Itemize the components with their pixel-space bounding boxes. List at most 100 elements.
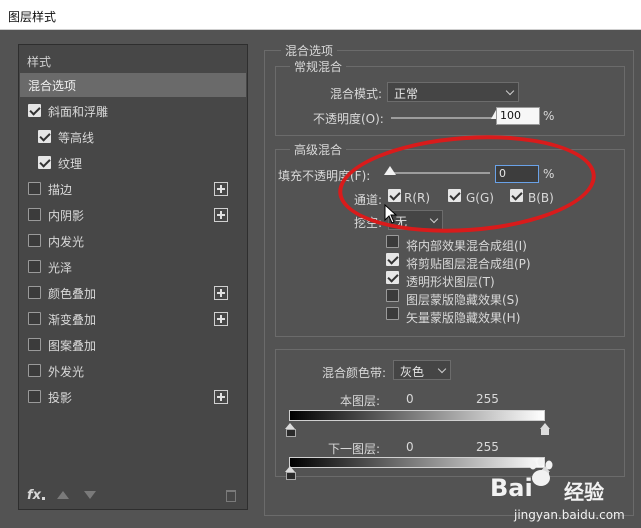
this-layer-gradient-bar bbox=[289, 410, 545, 421]
trash-icon[interactable] bbox=[226, 490, 236, 502]
vector-mask-hides-effects-label: 矢量蒙版隐藏效果(H) bbox=[406, 311, 521, 325]
move-up-icon[interactable] bbox=[57, 491, 69, 499]
styles-header[interactable]: 样式 bbox=[27, 53, 51, 70]
fill-opacity-slider-knob[interactable] bbox=[384, 166, 396, 175]
drop-shadow-checkbox[interactable] bbox=[28, 390, 41, 403]
blend-if-label: 混合颜色带: bbox=[322, 366, 387, 380]
outer-glow-checkbox[interactable] bbox=[28, 364, 41, 377]
this-layer-black-stop[interactable] bbox=[285, 423, 296, 437]
underlying-layer-max: 255 bbox=[476, 440, 499, 454]
style-item-blend-options[interactable]: 混合选项 bbox=[20, 73, 246, 97]
style-item-outer-glow[interactable]: 外发光 bbox=[20, 359, 246, 383]
layer-mask-hides-effects-checkbox[interactable] bbox=[386, 289, 399, 302]
styles-footer: fx bbox=[20, 485, 246, 509]
style-item-satin[interactable]: 光泽 bbox=[20, 255, 246, 279]
satin-checkbox[interactable] bbox=[28, 260, 41, 273]
gradient-overlay-checkbox[interactable] bbox=[28, 312, 41, 325]
style-item-color-overlay[interactable]: 颜色叠加 bbox=[20, 281, 246, 305]
styles-list: 样式 混合选项 斜面和浮雕 等高线 纹理 描边 内阴影 内发光 光泽 颜色叠加 … bbox=[18, 44, 248, 510]
chevron-down-icon bbox=[505, 86, 515, 96]
chevron-down-icon bbox=[437, 364, 447, 374]
style-item-contour[interactable]: 等高线 bbox=[20, 125, 246, 149]
fx-menu-dot-icon bbox=[42, 497, 45, 500]
channel-r-label: R(R) bbox=[404, 191, 431, 205]
fill-opacity-label: 填充不透明度(F): bbox=[278, 169, 371, 183]
style-item-inner-shadow[interactable]: 内阴影 bbox=[20, 203, 246, 227]
transparency-shapes-layer-checkbox[interactable] bbox=[386, 271, 399, 284]
inner-glow-checkbox[interactable] bbox=[28, 234, 41, 247]
blend-clipped-layers-checkbox[interactable] bbox=[386, 253, 399, 266]
window-title: 图层样式 bbox=[8, 10, 57, 24]
this-layer-white-stop[interactable] bbox=[540, 423, 550, 435]
underlying-layer-black-stop[interactable] bbox=[285, 466, 296, 480]
channel-r-checkbox[interactable] bbox=[388, 189, 401, 202]
add-color-overlay-plus-icon[interactable] bbox=[214, 286, 228, 300]
baidu-jingyan-watermark: Bai 经验 jingyan.baidu.com bbox=[480, 456, 640, 526]
channel-g-checkbox[interactable] bbox=[448, 189, 461, 202]
move-down-icon[interactable] bbox=[84, 491, 96, 499]
fill-opacity-input[interactable]: 0 bbox=[495, 165, 539, 183]
blend-interior-effects-label: 将内部效果混合成组(I) bbox=[406, 239, 527, 253]
chevron-down-icon bbox=[429, 214, 439, 224]
opacity-slider-track[interactable] bbox=[391, 117, 496, 119]
style-item-label: 斜面和浮雕 bbox=[48, 105, 109, 119]
channel-b-label: B(B) bbox=[528, 191, 554, 205]
blend-interior-effects-checkbox[interactable] bbox=[386, 235, 399, 248]
mouse-cursor-icon bbox=[384, 204, 398, 224]
style-item-label: 内阴影 bbox=[48, 209, 85, 223]
style-item-label: 投影 bbox=[48, 391, 73, 405]
opacity-percent: % bbox=[543, 109, 555, 123]
texture-checkbox[interactable] bbox=[38, 156, 51, 169]
add-stroke-plus-icon[interactable] bbox=[214, 182, 228, 196]
layer-style-dialog: 样式 混合选项 斜面和浮雕 等高线 纹理 描边 内阴影 内发光 光泽 颜色叠加 … bbox=[0, 30, 641, 528]
style-item-texture[interactable]: 纹理 bbox=[20, 151, 246, 175]
blend-mode-label: 混合模式: bbox=[330, 87, 383, 101]
bevel-emboss-checkbox[interactable] bbox=[28, 104, 41, 117]
this-layer-label: 本图层: bbox=[340, 394, 381, 408]
channels-label: 通道: bbox=[354, 193, 383, 207]
style-item-gradient-overlay[interactable]: 渐变叠加 bbox=[20, 307, 246, 331]
watermark-brand: Bai bbox=[490, 474, 533, 502]
watermark-url: jingyan.baidu.com bbox=[514, 508, 625, 522]
style-item-drop-shadow[interactable]: 投影 bbox=[20, 385, 246, 409]
pattern-overlay-checkbox[interactable] bbox=[28, 338, 41, 351]
contour-checkbox[interactable] bbox=[38, 130, 51, 143]
style-item-label: 纹理 bbox=[58, 157, 83, 171]
title-bar: 图层样式 bbox=[0, 0, 641, 30]
blend-mode-value: 正常 bbox=[394, 87, 419, 101]
advanced-blending-group: 高级混合 填充不透明度(F): 0 % 通道: R(R) G(G) B(B) 挖… bbox=[275, 141, 625, 337]
underlying-layer-label: 下一图层: bbox=[328, 442, 381, 456]
blend-options-title: 混合选项 bbox=[281, 42, 338, 59]
add-drop-shadow-plus-icon[interactable] bbox=[214, 390, 228, 404]
inner-shadow-checkbox[interactable] bbox=[28, 208, 41, 221]
fill-opacity-slider-track[interactable] bbox=[390, 172, 490, 174]
style-item-label: 图案叠加 bbox=[48, 339, 97, 353]
color-overlay-checkbox[interactable] bbox=[28, 286, 41, 299]
add-inner-shadow-plus-icon[interactable] bbox=[214, 208, 228, 222]
style-item-label: 等高线 bbox=[58, 131, 95, 145]
fill-opacity-percent: % bbox=[543, 167, 555, 181]
stroke-checkbox[interactable] bbox=[28, 182, 41, 195]
style-item-pattern-overlay[interactable]: 图案叠加 bbox=[20, 333, 246, 357]
style-item-label: 内发光 bbox=[48, 235, 85, 249]
add-gradient-overlay-plus-icon[interactable] bbox=[214, 312, 228, 326]
blend-if-dropdown[interactable]: 灰色 bbox=[393, 360, 451, 380]
style-item-inner-glow[interactable]: 内发光 bbox=[20, 229, 246, 253]
channel-b-checkbox[interactable] bbox=[510, 189, 523, 202]
style-item-label: 描边 bbox=[48, 183, 73, 197]
style-item-stroke[interactable]: 描边 bbox=[20, 177, 246, 201]
fx-icon[interactable]: fx bbox=[27, 488, 41, 503]
style-item-label: 渐变叠加 bbox=[48, 313, 97, 327]
style-item-label: 光泽 bbox=[48, 261, 73, 275]
blend-mode-dropdown[interactable]: 正常 bbox=[387, 82, 519, 102]
advanced-blending-title: 高级混合 bbox=[290, 141, 347, 158]
knockout-label: 挖空: bbox=[354, 216, 383, 230]
style-item-label: 混合选项 bbox=[28, 79, 77, 93]
blend-clipped-layers-label: 将剪贴图层混合成组(P) bbox=[406, 257, 531, 271]
style-item-bevel-emboss[interactable]: 斜面和浮雕 bbox=[20, 99, 246, 123]
vector-mask-hides-effects-checkbox[interactable] bbox=[386, 307, 399, 320]
style-item-label: 外发光 bbox=[48, 365, 85, 379]
opacity-input[interactable]: 100 bbox=[496, 107, 540, 125]
transparency-shapes-layer-label: 透明形状图层(T) bbox=[406, 275, 495, 289]
this-layer-min: 0 bbox=[406, 392, 414, 406]
